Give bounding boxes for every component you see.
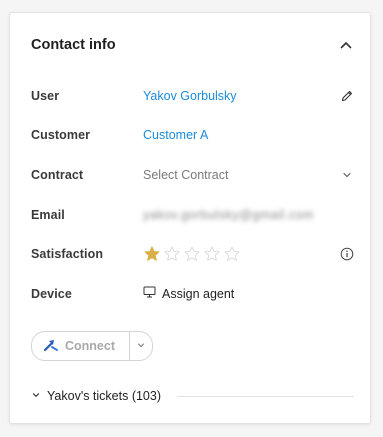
star-empty-icon[interactable] [223,245,241,263]
star-rating[interactable] [143,245,241,263]
chevron-down-icon [31,389,41,403]
tickets-label: Yakov's tickets (103) [47,389,162,403]
email-row: Email yakov.gorbulsky@gmail.com [31,205,354,227]
customer-link[interactable]: Customer A [143,128,208,142]
chevron-down-icon [136,337,146,355]
customer-row: Customer Customer A [31,125,354,147]
assign-agent-label: Assign agent [162,286,235,301]
device-label: Device [31,287,72,301]
star-empty-icon[interactable] [163,245,181,263]
satisfaction-label: Satisfaction [31,247,104,261]
contract-label: Contract [31,168,84,182]
satisfaction-row: Satisfaction [31,244,354,266]
remote-connect-icon [43,338,59,355]
connect-button[interactable]: Connect [32,332,130,360]
email-redacted-text: yakov.gorbulsky@gmail.com [143,208,314,222]
connect-split-button: Connect [31,331,153,361]
contact-info-card: Contact info User Yakov Gorbulsky Custom… [9,12,371,424]
connect-label: Connect [65,339,115,353]
device-row: Device Assign agent [31,284,354,306]
email-value: yakov.gorbulsky@gmail.com [143,208,314,222]
user-label: User [31,89,60,103]
info-icon[interactable] [340,247,354,261]
email-label: Email [31,208,65,222]
contract-select[interactable]: Contract Select Contract [31,165,354,187]
section-divider [177,395,354,397]
monitor-icon [143,286,156,301]
user-link[interactable]: Yakov Gorbulsky [143,89,237,103]
pencil-icon[interactable] [340,89,354,103]
tickets-section-toggle[interactable]: Yakov's tickets (103) [31,387,354,405]
star-empty-icon[interactable] [203,245,221,263]
assign-agent-button[interactable]: Assign agent [143,286,234,301]
connect-dropdown-button[interactable] [130,332,152,360]
star-filled-icon[interactable] [143,245,161,263]
chevron-up-icon[interactable] [338,37,354,53]
card-title: Contact info [31,37,116,53]
contract-placeholder: Select Contract [143,168,229,182]
chevron-down-icon[interactable] [340,168,354,182]
customer-label: Customer [31,128,91,142]
star-empty-icon[interactable] [183,245,201,263]
user-row: User Yakov Gorbulsky [31,86,354,108]
